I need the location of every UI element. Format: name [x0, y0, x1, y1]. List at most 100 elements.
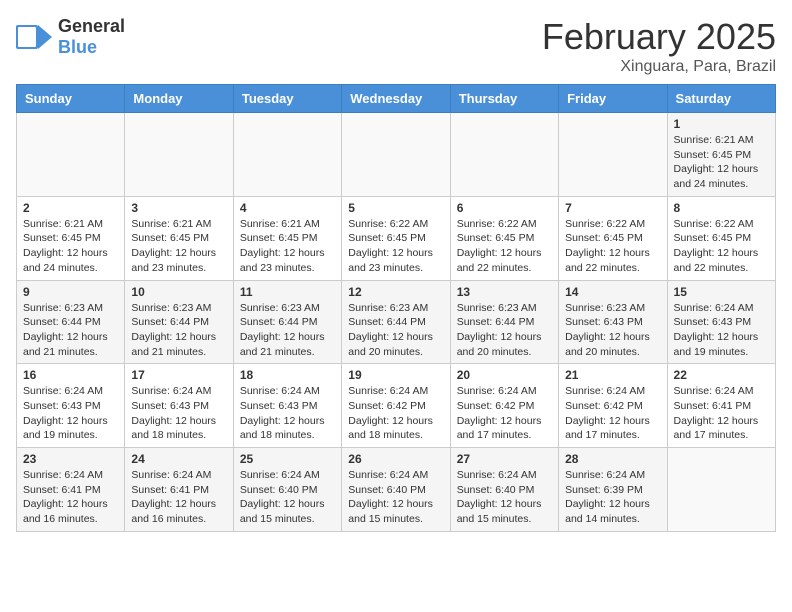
day-info: Sunrise: 6:21 AM Sunset: 6:45 PM Dayligh…	[23, 217, 118, 276]
weekday-header-thursday: Thursday	[450, 85, 558, 113]
page-header: General Blue February 2025 Xinguara, Par…	[16, 16, 776, 76]
day-info: Sunrise: 6:24 AM Sunset: 6:40 PM Dayligh…	[457, 468, 552, 527]
calendar-cell: 2 Sunrise: 6:21 AM Sunset: 6:45 PM Daylig…	[17, 196, 125, 280]
day-number: 15	[674, 285, 769, 299]
day-info: Sunrise: 6:24 AM Sunset: 6:41 PM Dayligh…	[23, 468, 118, 527]
calendar-cell	[17, 113, 125, 197]
day-info: Sunrise: 6:24 AM Sunset: 6:43 PM Dayligh…	[674, 301, 769, 360]
calendar-cell: 23Sunrise: 6:24 AM Sunset: 6:41 PM Dayli…	[17, 448, 125, 532]
calendar-cell	[233, 113, 341, 197]
logo-general: General	[58, 16, 125, 36]
calendar-table: SundayMondayTuesdayWednesdayThursdayFrid…	[16, 84, 776, 532]
day-number: 3	[131, 201, 226, 215]
calendar-cell: 27 Sunrise: 6:24 AM Sunset: 6:40 PM Dayli…	[450, 448, 558, 532]
logo-text: General Blue	[58, 16, 125, 58]
calendar-cell: 15 Sunrise: 6:24 AM Sunset: 6:43 PM Dayli…	[667, 280, 775, 364]
day-info: Sunrise: 6:21 AM Sunset: 6:45 PM Dayligh…	[240, 217, 335, 276]
day-info: Sunrise: 6:21 AM Sunset: 6:45 PM Dayligh…	[131, 217, 226, 276]
calendar-cell	[450, 113, 558, 197]
day-number: 21	[565, 368, 660, 382]
title-area: February 2025 Xinguara, Para, Brazil	[542, 16, 776, 76]
day-number: 26	[348, 452, 443, 466]
day-info: Sunrise: 6:24 AM Sunset: 6:43 PM Dayligh…	[23, 384, 118, 443]
day-number: 9	[23, 285, 118, 299]
month-title: February 2025	[542, 16, 776, 58]
day-info: Sunrise: 6:22 AM Sunset: 6:45 PM Dayligh…	[565, 217, 660, 276]
day-number: 5	[348, 201, 443, 215]
calendar-cell: 3 Sunrise: 6:21 AM Sunset: 6:45 PM Daylig…	[125, 196, 233, 280]
calendar-cell	[559, 113, 667, 197]
day-info: Sunrise: 6:23 AM Sunset: 6:44 PM Dayligh…	[23, 301, 118, 360]
day-number: 13	[457, 285, 552, 299]
day-number: 28	[565, 452, 660, 466]
day-number: 12	[348, 285, 443, 299]
location-title: Xinguara, Para, Brazil	[542, 58, 776, 76]
day-number: 27	[457, 452, 552, 466]
calendar-cell	[667, 448, 775, 532]
logo-blue: Blue	[58, 37, 97, 57]
day-info: Sunrise: 6:24 AM Sunset: 6:42 PM Dayligh…	[565, 384, 660, 443]
calendar-cell: 21 Sunrise: 6:24 AM Sunset: 6:42 PM Dayli…	[559, 364, 667, 448]
calendar-cell: 9 Sunrise: 6:23 AM Sunset: 6:44 PM Daylig…	[17, 280, 125, 364]
day-info: Sunrise: 6:24 AM Sunset: 6:42 PM Dayligh…	[457, 384, 552, 443]
day-info: Sunrise: 6:23 AM Sunset: 6:44 PM Dayligh…	[240, 301, 335, 360]
day-info: Sunrise: 6:23 AM Sunset: 6:44 PM Dayligh…	[348, 301, 443, 360]
weekday-header-tuesday: Tuesday	[233, 85, 341, 113]
day-number: 6	[457, 201, 552, 215]
calendar-cell: 19Sunrise: 6:24 AM Sunset: 6:42 PM Dayli…	[342, 364, 450, 448]
calendar-cell: 4 Sunrise: 6:21 AM Sunset: 6:45 PM Daylig…	[233, 196, 341, 280]
calendar-cell: 6Sunrise: 6:22 AM Sunset: 6:45 PM Daylig…	[450, 196, 558, 280]
day-number: 11	[240, 285, 335, 299]
calendar-cell: 7 Sunrise: 6:22 AM Sunset: 6:45 PM Daylig…	[559, 196, 667, 280]
weekday-header-friday: Friday	[559, 85, 667, 113]
calendar-week-1: 1 Sunrise: 6:21 AM Sunset: 6:45 PM Daylig…	[17, 113, 776, 197]
day-number: 14	[565, 285, 660, 299]
day-info: Sunrise: 6:24 AM Sunset: 6:41 PM Dayligh…	[674, 384, 769, 443]
calendar-week-4: 16 Sunrise: 6:24 AM Sunset: 6:43 PM Dayli…	[17, 364, 776, 448]
calendar-cell: 11 Sunrise: 6:23 AM Sunset: 6:44 PM Dayli…	[233, 280, 341, 364]
calendar-cell: 14 Sunrise: 6:23 AM Sunset: 6:43 PM Dayli…	[559, 280, 667, 364]
weekday-header-wednesday: Wednesday	[342, 85, 450, 113]
day-number: 17	[131, 368, 226, 382]
logo: General Blue	[16, 16, 125, 58]
calendar-cell: 5 Sunrise: 6:22 AM Sunset: 6:45 PM Daylig…	[342, 196, 450, 280]
calendar-cell	[125, 113, 233, 197]
calendar-cell: 22 Sunrise: 6:24 AM Sunset: 6:41 PM Dayli…	[667, 364, 775, 448]
calendar-cell: 20 Sunrise: 6:24 AM Sunset: 6:42 PM Dayli…	[450, 364, 558, 448]
day-number: 4	[240, 201, 335, 215]
day-number: 8	[674, 201, 769, 215]
calendar-week-5: 23Sunrise: 6:24 AM Sunset: 6:41 PM Dayli…	[17, 448, 776, 532]
logo-icon	[16, 21, 52, 53]
calendar-cell: 12 Sunrise: 6:23 AM Sunset: 6:44 PM Dayli…	[342, 280, 450, 364]
calendar-week-3: 9 Sunrise: 6:23 AM Sunset: 6:44 PM Daylig…	[17, 280, 776, 364]
day-number: 20	[457, 368, 552, 382]
day-info: Sunrise: 6:24 AM Sunset: 6:42 PM Dayligh…	[348, 384, 443, 443]
day-info: Sunrise: 6:24 AM Sunset: 6:40 PM Dayligh…	[348, 468, 443, 527]
day-info: Sunrise: 6:22 AM Sunset: 6:45 PM Dayligh…	[348, 217, 443, 276]
calendar-cell: 18Sunrise: 6:24 AM Sunset: 6:43 PM Dayli…	[233, 364, 341, 448]
calendar-cell: 28 Sunrise: 6:24 AM Sunset: 6:39 PM Dayli…	[559, 448, 667, 532]
day-number: 22	[674, 368, 769, 382]
calendar-cell: 24 Sunrise: 6:24 AM Sunset: 6:41 PM Dayli…	[125, 448, 233, 532]
day-info: Sunrise: 6:22 AM Sunset: 6:45 PM Dayligh…	[674, 217, 769, 276]
day-info: Sunrise: 6:24 AM Sunset: 6:41 PM Dayligh…	[131, 468, 226, 527]
calendar-cell: 13 Sunrise: 6:23 AM Sunset: 6:44 PM Dayli…	[450, 280, 558, 364]
calendar-week-2: 2 Sunrise: 6:21 AM Sunset: 6:45 PM Daylig…	[17, 196, 776, 280]
calendar-cell: 17 Sunrise: 6:24 AM Sunset: 6:43 PM Dayli…	[125, 364, 233, 448]
day-info: Sunrise: 6:24 AM Sunset: 6:40 PM Dayligh…	[240, 468, 335, 527]
day-info: Sunrise: 6:21 AM Sunset: 6:45 PM Dayligh…	[674, 133, 769, 192]
day-number: 1	[674, 117, 769, 131]
day-number: 2	[23, 201, 118, 215]
calendar-cell: 26 Sunrise: 6:24 AM Sunset: 6:40 PM Dayli…	[342, 448, 450, 532]
day-number: 16	[23, 368, 118, 382]
day-number: 7	[565, 201, 660, 215]
day-number: 18	[240, 368, 335, 382]
calendar-cell: 25Sunrise: 6:24 AM Sunset: 6:40 PM Dayli…	[233, 448, 341, 532]
day-number: 24	[131, 452, 226, 466]
day-info: Sunrise: 6:24 AM Sunset: 6:43 PM Dayligh…	[131, 384, 226, 443]
day-info: Sunrise: 6:24 AM Sunset: 6:39 PM Dayligh…	[565, 468, 660, 527]
weekday-header-sunday: Sunday	[17, 85, 125, 113]
day-info: Sunrise: 6:23 AM Sunset: 6:43 PM Dayligh…	[565, 301, 660, 360]
calendar-cell: 10Sunrise: 6:23 AM Sunset: 6:44 PM Dayli…	[125, 280, 233, 364]
day-info: Sunrise: 6:23 AM Sunset: 6:44 PM Dayligh…	[457, 301, 552, 360]
